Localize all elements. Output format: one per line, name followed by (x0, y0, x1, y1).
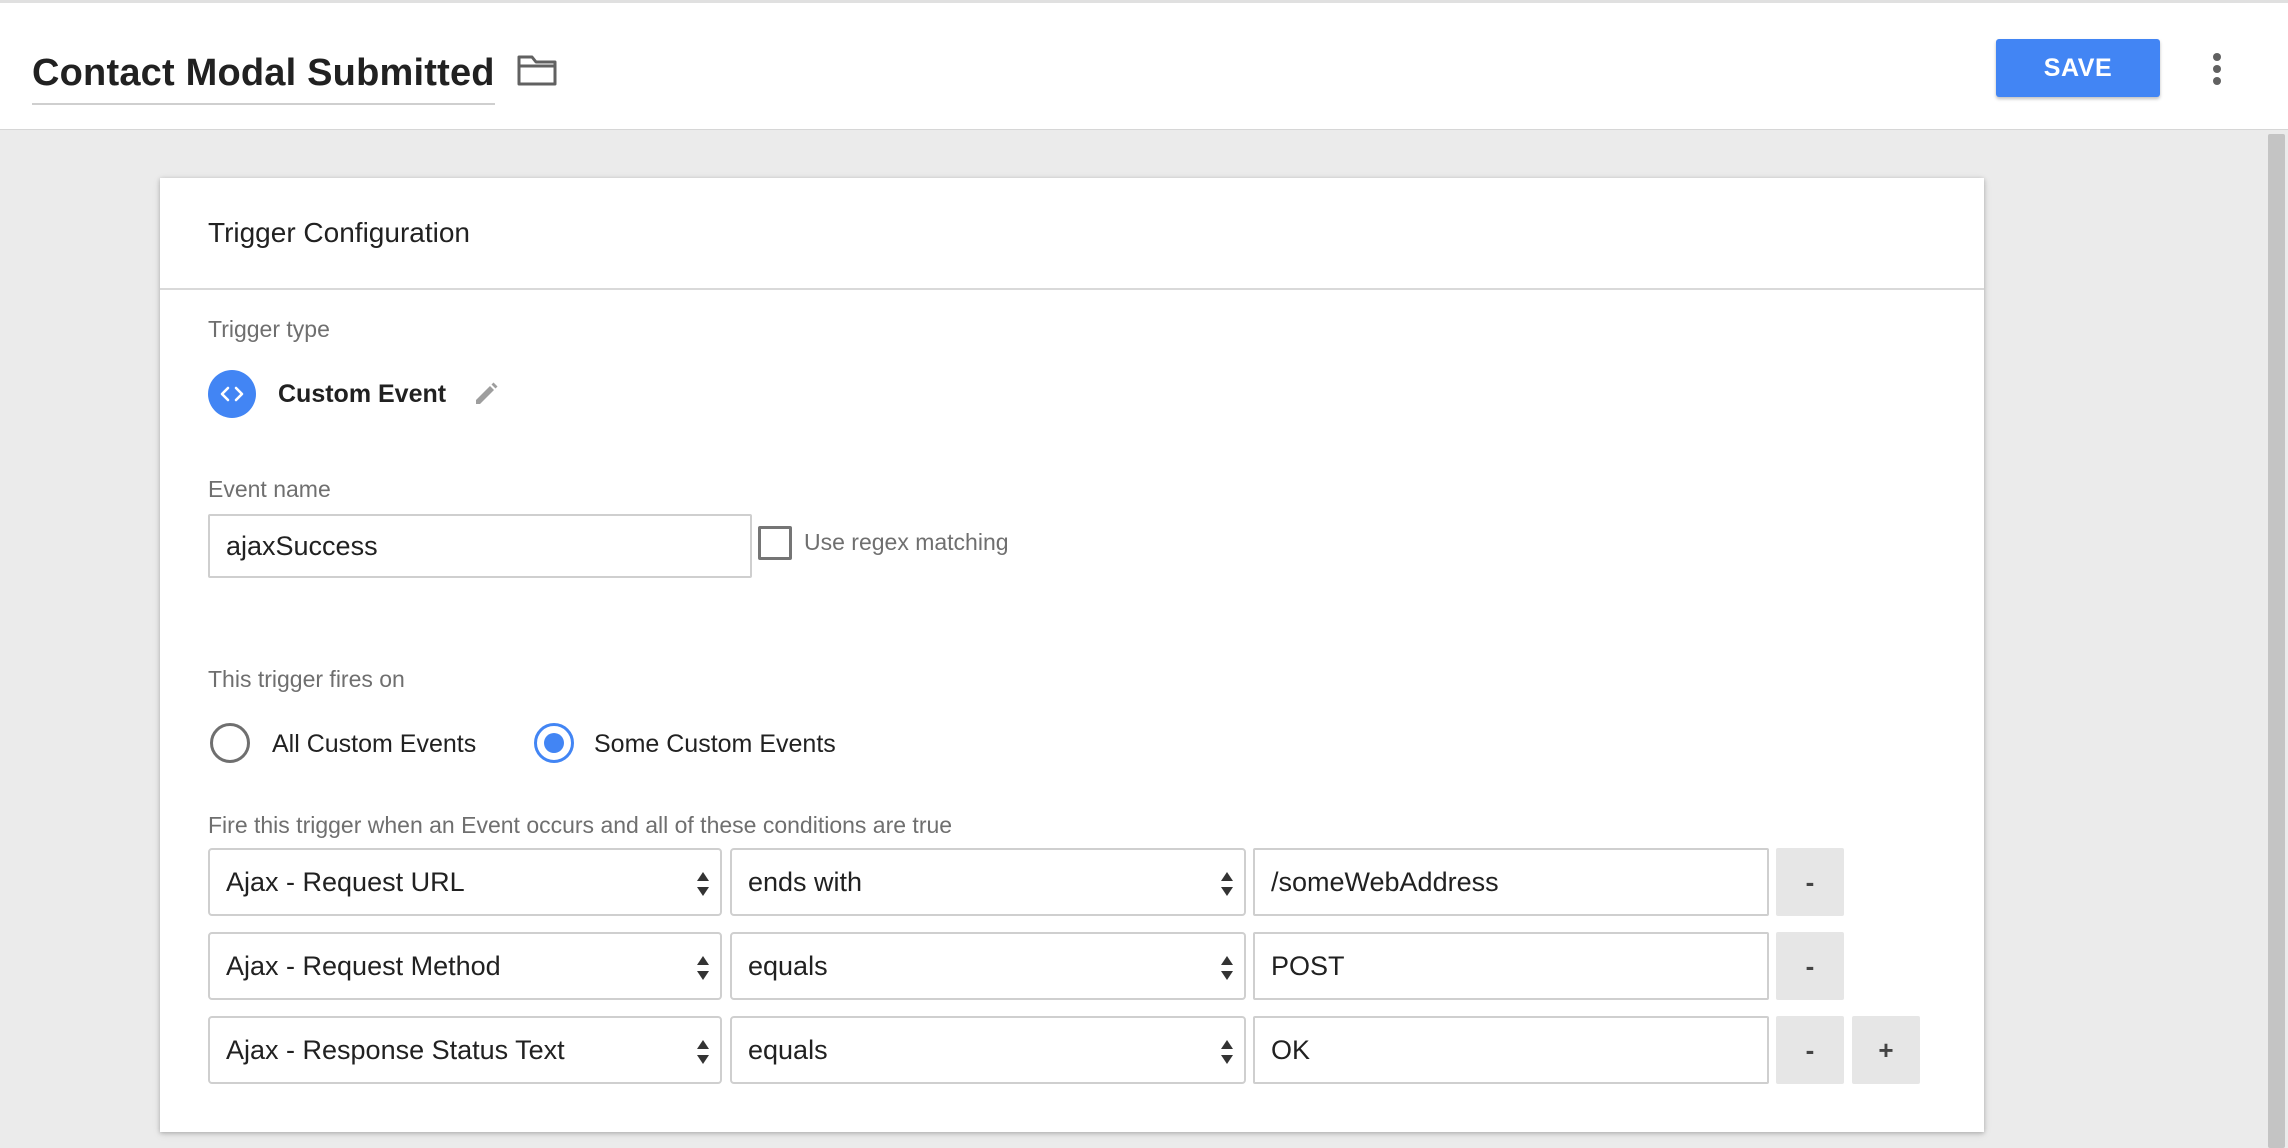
top-bar: Contact Modal Submitted SAVE (0, 0, 2288, 130)
card-title: Trigger Configuration (208, 217, 470, 248)
regex-checkbox-label[interactable]: Use regex matching (804, 529, 1009, 556)
condition-variable-select[interactable]: Ajax - Response Status Text (208, 1016, 722, 1084)
event-name-input[interactable]: ajaxSuccess (208, 514, 752, 578)
more-vertical-icon[interactable] (2200, 49, 2234, 89)
regex-checkbox[interactable] (758, 526, 792, 560)
radio-some-custom-events-label[interactable]: Some Custom Events (594, 730, 836, 759)
code-brackets-icon[interactable] (208, 370, 256, 418)
remove-condition-button[interactable]: - (1776, 848, 1844, 916)
radio-all-custom-events[interactable] (210, 723, 250, 763)
select-arrows-icon (697, 956, 709, 980)
remove-condition-button[interactable]: - (1776, 932, 1844, 1000)
trigger-configuration-card: Trigger Configuration Trigger type Custo… (160, 178, 1984, 1132)
condition-value-input[interactable]: POST (1253, 932, 1769, 1000)
select-arrows-icon (697, 872, 709, 896)
conditions-label: Fire this trigger when an Event occurs a… (208, 812, 953, 838)
radio-all-custom-events-label[interactable]: All Custom Events (272, 730, 476, 759)
condition-variable-select[interactable]: Ajax - Request Method (208, 932, 722, 1000)
event-name-label: Event name (208, 476, 331, 502)
select-arrows-icon (1221, 872, 1233, 896)
condition-variable-value: Ajax - Response Status Text (226, 1034, 565, 1065)
select-arrows-icon (1221, 1040, 1233, 1064)
fires-on-label: This trigger fires on (208, 666, 405, 692)
condition-variable-value: Ajax - Request URL (226, 866, 465, 897)
folder-icon[interactable] (516, 53, 558, 87)
trigger-type-label: Trigger type (208, 316, 330, 342)
add-condition-button[interactable]: + (1852, 1016, 1920, 1084)
condition-variable-value: Ajax - Request Method (226, 950, 501, 981)
trigger-name-field[interactable]: Contact Modal Submitted (32, 43, 495, 105)
condition-value-input[interactable]: /someWebAddress (1253, 848, 1769, 916)
condition-value-input[interactable]: OK (1253, 1016, 1769, 1084)
scrollbar-thumb[interactable] (2268, 134, 2285, 1148)
condition-operator-select[interactable]: equals (730, 1016, 1246, 1084)
remove-condition-button[interactable]: - (1776, 1016, 1844, 1084)
condition-variable-select[interactable]: Ajax - Request URL (208, 848, 722, 916)
select-arrows-icon (1221, 956, 1233, 980)
condition-operator-value: equals (748, 1034, 828, 1065)
radio-some-custom-events[interactable] (534, 723, 574, 763)
pencil-icon[interactable] (472, 380, 500, 408)
select-arrows-icon (697, 1040, 709, 1064)
condition-operator-select[interactable]: equals (730, 932, 1246, 1000)
condition-operator-select[interactable]: ends with (730, 848, 1246, 916)
save-button[interactable]: SAVE (1996, 39, 2160, 97)
page-title: Contact Modal Submitted (32, 51, 495, 94)
trigger-type-name[interactable]: Custom Event (278, 380, 446, 409)
condition-operator-value: equals (748, 950, 828, 981)
condition-operator-value: ends with (748, 866, 863, 897)
card-header: Trigger Configuration (160, 178, 1984, 290)
